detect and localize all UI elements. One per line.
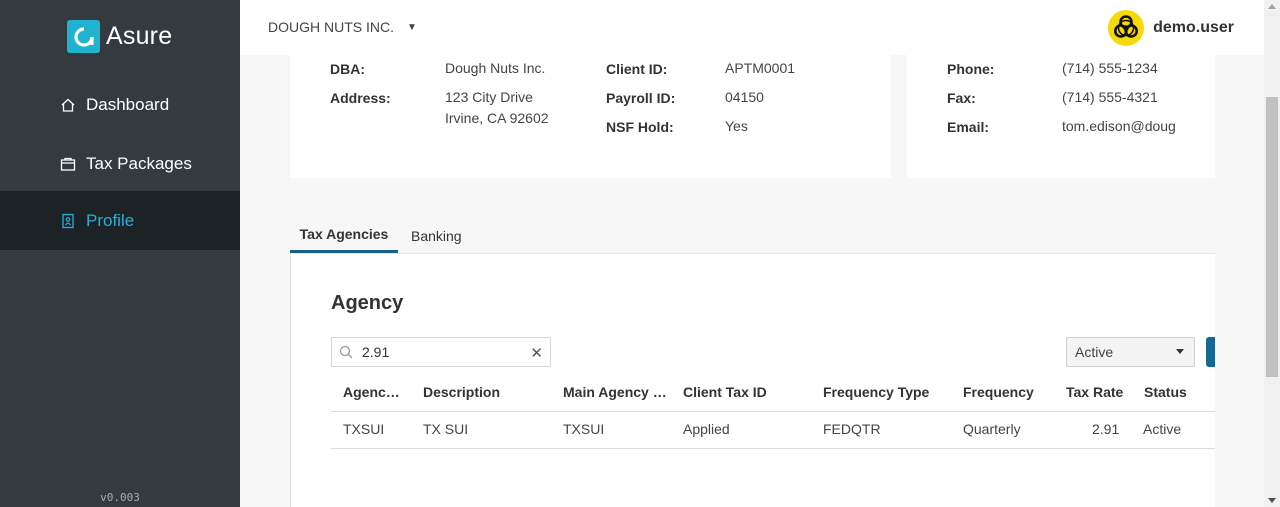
cell-status: Active — [1143, 421, 1182, 437]
badge-icon — [60, 213, 76, 229]
email-value: tom.edison@doug — [1062, 118, 1176, 134]
sidebar-item-dashboard[interactable]: Dashboard — [0, 75, 240, 134]
scrollbar-thumb[interactable] — [1266, 97, 1278, 377]
home-icon — [60, 97, 76, 113]
package-icon — [60, 156, 76, 172]
cell-tax-rate: 2.91 — [1092, 421, 1120, 437]
column-header-status[interactable]: Status — [1144, 384, 1187, 400]
phone-label: Phone: — [947, 61, 995, 77]
agency-panel — [290, 253, 1215, 507]
sidebar: Asure Dashboard Tax Packages Profile v0.… — [0, 0, 240, 507]
tab-tax-agencies[interactable]: Tax Agencies — [290, 224, 398, 253]
phone-value: (714) 555-1234 — [1062, 60, 1158, 76]
cell-main-agency: TXSUI — [563, 421, 605, 437]
cell-client-tax-id: Applied — [683, 421, 730, 437]
status-filter-value: Active — [1075, 344, 1114, 360]
fax-value: (714) 555-4321 — [1062, 89, 1158, 105]
cell-frequency-type: FEDQTR — [823, 421, 881, 437]
search-input[interactable] — [362, 342, 522, 362]
cell-description: TX SUI — [423, 421, 469, 437]
agency-search: ✕ — [331, 337, 551, 367]
payroll-id-value: 04150 — [725, 89, 764, 105]
status-filter-select[interactable]: Active — [1066, 337, 1195, 367]
column-header-tax-rate[interactable]: Tax Rate — [1066, 384, 1123, 400]
scroll-up-arrow-icon[interactable] — [1268, 4, 1276, 9]
page-scrollbar[interactable] — [1264, 0, 1280, 507]
client-id-value: APTM0001 — [725, 60, 796, 76]
avatar — [1108, 10, 1145, 46]
table-header-divider — [331, 411, 1215, 412]
cell-frequency: Quarterly — [963, 421, 1021, 437]
logo-text: Asure — [106, 22, 173, 50]
sidebar-item-label: Tax Packages — [86, 153, 192, 173]
caret-down-icon — [1176, 349, 1184, 354]
column-header-description[interactable]: Description — [423, 384, 500, 400]
company-selector[interactable]: DOUGH NUTS INC. ▼ — [268, 19, 417, 35]
user-name: demo.user — [1153, 19, 1234, 36]
table-row-divider — [331, 448, 1215, 449]
cell-agency: TXSUI — [343, 421, 385, 437]
scroll-down-arrow-icon[interactable] — [1268, 498, 1276, 503]
nsf-hold-label: NSF Hold: — [606, 119, 674, 135]
column-header-frequency[interactable]: Frequency — [963, 384, 1034, 400]
asure-logo[interactable]: Asure — [67, 20, 172, 53]
tab-banking[interactable]: Banking — [411, 224, 462, 253]
column-header-client-tax-id[interactable]: Client Tax ID — [683, 384, 767, 400]
agency-title: Agency — [331, 292, 404, 314]
column-header-frequency-type[interactable]: Frequency Type — [823, 384, 929, 400]
client-id-label: Client ID: — [606, 61, 668, 77]
asure-logo-icon — [67, 20, 100, 53]
email-label: Email: — [947, 119, 990, 135]
clear-search-icon[interactable]: ✕ — [530, 344, 543, 362]
sidebar-item-profile[interactable]: Profile — [0, 191, 240, 250]
address-label: Address: — [330, 90, 391, 106]
version-label: v0.003 — [100, 491, 140, 504]
add-agency-button[interactable] — [1206, 337, 1215, 367]
company-name: DOUGH NUTS INC. — [268, 19, 394, 35]
sidebar-item-label: Dashboard — [86, 94, 170, 114]
column-header-main-agency[interactable]: Main Agency … — [563, 384, 667, 400]
top-bar: DOUGH NUTS INC. ▼ demo.user — [240, 0, 1264, 55]
caret-down-icon: ▼ — [407, 21, 417, 33]
nsf-hold-value: Yes — [725, 118, 748, 134]
address-line1: 123 City Drive — [445, 89, 533, 105]
client-info-card — [290, 55, 891, 178]
search-icon — [339, 345, 353, 364]
user-menu[interactable]: demo.user — [1108, 10, 1234, 46]
fax-label: Fax: — [947, 90, 976, 106]
sidebar-item-tax-packages[interactable]: Tax Packages — [0, 134, 240, 193]
address-line2: Irvine, CA 92602 — [445, 110, 549, 126]
biohazard-icon — [1114, 15, 1139, 38]
column-header-agency[interactable]: Agenc… — [343, 384, 400, 400]
dba-value: Dough Nuts Inc. — [445, 60, 546, 76]
sidebar-item-label: Profile — [86, 210, 135, 230]
payroll-id-label: Payroll ID: — [606, 90, 676, 106]
dba-label: DBA: — [330, 61, 365, 77]
